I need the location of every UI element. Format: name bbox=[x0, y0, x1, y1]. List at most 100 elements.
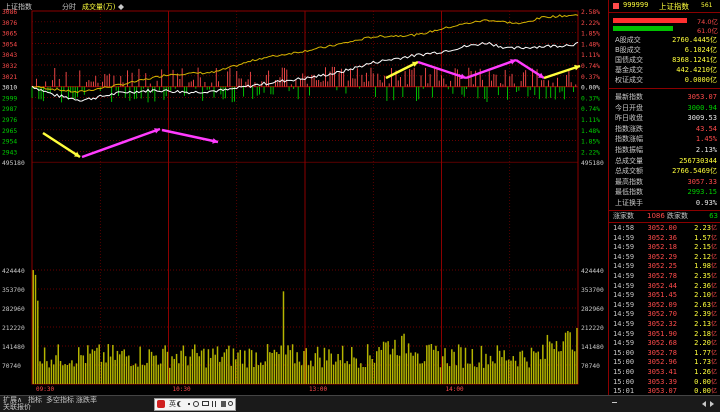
chart-mode-label[interactable]: 分时 bbox=[62, 2, 76, 11]
turnover-label: A股成交 bbox=[615, 36, 641, 44]
quote-code: 999999 bbox=[623, 1, 649, 9]
volume-bar bbox=[32, 270, 34, 384]
dot-icon[interactable] bbox=[188, 403, 190, 405]
volume-bar bbox=[325, 360, 328, 384]
arrow-left-icon[interactable] bbox=[702, 401, 706, 407]
volume-axis-label-right: 212220 bbox=[581, 325, 604, 332]
volume-bar bbox=[112, 344, 114, 384]
volume-bar bbox=[269, 352, 271, 384]
volume-bar bbox=[533, 351, 535, 384]
volume-bar bbox=[169, 367, 171, 384]
tick-time: 15:00 bbox=[613, 377, 635, 386]
tick-price: 3051.90 bbox=[647, 329, 677, 338]
volume-bar bbox=[109, 356, 112, 384]
volume-bar bbox=[430, 344, 433, 384]
quote-header: 999999 上证指数 561 bbox=[609, 0, 720, 13]
turnover-value: 6.1024亿 bbox=[684, 46, 717, 54]
tick-time: 15:00 bbox=[613, 348, 635, 357]
minimize-icon[interactable] bbox=[612, 402, 617, 403]
volume-bar bbox=[357, 367, 360, 384]
volume-bar bbox=[137, 366, 139, 384]
volume-bar bbox=[239, 349, 241, 384]
volume-bar bbox=[278, 354, 280, 384]
volume-bar bbox=[455, 365, 458, 384]
yellow-trend-arrow bbox=[42, 131, 81, 159]
volume-bar bbox=[105, 362, 107, 384]
keyboard-icon[interactable] bbox=[202, 401, 209, 406]
stat-label: 上证换手 bbox=[615, 199, 643, 207]
volume-bar bbox=[52, 364, 55, 384]
tick-price: 3053.41 bbox=[647, 368, 677, 376]
volume-bar bbox=[505, 360, 508, 384]
axis-labels: 3086 2.58% 3076 2.22% 3065 1.85% 3054 1.48% 3043… bbox=[2, 9, 604, 393]
volume-bar bbox=[537, 351, 540, 384]
tick-row: 14:59 3052.18 2.15亿 bbox=[611, 242, 719, 252]
stat-row: 最高指数 3057.33 bbox=[613, 177, 719, 187]
volume-bar bbox=[460, 347, 462, 384]
volume-bar bbox=[305, 348, 307, 384]
sell-strength-bar bbox=[613, 26, 673, 31]
tick-time: 15:00 bbox=[613, 368, 635, 376]
volume-bar bbox=[385, 342, 387, 384]
percent-axis-label: 1.48% bbox=[581, 128, 600, 135]
volume-bar bbox=[132, 365, 135, 384]
volume-bar bbox=[34, 274, 37, 384]
volume-bar bbox=[59, 360, 62, 384]
tab-advance-ratio[interactable]: 涨跌率 bbox=[76, 397, 97, 404]
quote-flag-icon[interactable] bbox=[613, 3, 619, 9]
ime-language[interactable]: 英 bbox=[169, 399, 176, 409]
time-axis-label: 14:00 bbox=[446, 386, 464, 393]
volume-bar bbox=[353, 357, 355, 384]
tick-row: 14:59 3052.70 2.39亿 bbox=[611, 309, 719, 319]
turnover-value: 442.4210亿 bbox=[676, 66, 717, 74]
volume-bar bbox=[567, 330, 569, 384]
volume-bar bbox=[225, 349, 228, 384]
price-axis-label: 3065 bbox=[2, 31, 17, 38]
volume-bar bbox=[150, 351, 153, 384]
volume-bar bbox=[80, 355, 82, 384]
volume-bar bbox=[82, 355, 85, 384]
emoji-icon[interactable] bbox=[193, 401, 199, 407]
volume-bar bbox=[307, 365, 310, 384]
settings-icon[interactable] bbox=[228, 401, 233, 406]
volume-bar bbox=[382, 341, 385, 384]
percent-axis-label: 1.85% bbox=[581, 139, 600, 146]
percent-axis-label: 2.22% bbox=[581, 20, 600, 27]
tick-unit: 亿 bbox=[710, 359, 717, 367]
tick-unit: 亿 bbox=[710, 244, 717, 252]
magenta-trend-arrow bbox=[81, 127, 161, 159]
volume-bar bbox=[68, 363, 71, 384]
volume-bar bbox=[530, 347, 533, 384]
volume-bar bbox=[194, 344, 196, 384]
intraday-chart[interactable]: 上证指数 分时 成交量(万) 3086 2.58%3076 2.22%3065 1.8… bbox=[0, 0, 608, 395]
shirt-icon[interactable] bbox=[221, 401, 226, 407]
stat-row: 最低指数 2993.15 bbox=[613, 187, 719, 197]
price-axis-label: 2999 bbox=[2, 95, 17, 102]
percent-axis-label: 2.22% bbox=[581, 149, 600, 156]
stat-value: 0.93% bbox=[695, 199, 717, 207]
arrow-right-icon[interactable] bbox=[710, 401, 714, 407]
volume-bar bbox=[273, 349, 276, 384]
tick-row: 14:59 3052.68 2.20亿 bbox=[611, 338, 719, 348]
volume-bar bbox=[55, 355, 57, 384]
chart-volume-label[interactable]: 成交量(万) bbox=[82, 2, 116, 11]
ime-toolbar[interactable]: 英 bbox=[154, 398, 236, 411]
volume-bar bbox=[364, 367, 367, 384]
volume-bar bbox=[442, 356, 444, 384]
volume-bar bbox=[62, 365, 64, 384]
stat-row: 指数振幅 2.13% bbox=[613, 145, 719, 155]
tab-related-quotes[interactable]: 关联报价 bbox=[3, 404, 31, 411]
tick-price: 3052.68 bbox=[647, 339, 677, 348]
volume-bar bbox=[412, 355, 414, 384]
tab-long-short[interactable]: 多空指标 bbox=[46, 397, 74, 404]
stat-value: 256730344 bbox=[679, 156, 717, 165]
turnover-row: 国债成交 8368.1241亿 bbox=[613, 55, 719, 65]
tick-time: 14:59 bbox=[613, 310, 635, 319]
moon-icon[interactable] bbox=[179, 401, 185, 407]
grid-icon[interactable] bbox=[212, 401, 218, 407]
volume-bar bbox=[421, 363, 423, 384]
volume-bar bbox=[476, 367, 478, 384]
stat-label: 最新指数 bbox=[615, 93, 643, 101]
volume-axis-label-right: 424440 bbox=[581, 268, 604, 275]
volume-bar bbox=[496, 345, 499, 384]
